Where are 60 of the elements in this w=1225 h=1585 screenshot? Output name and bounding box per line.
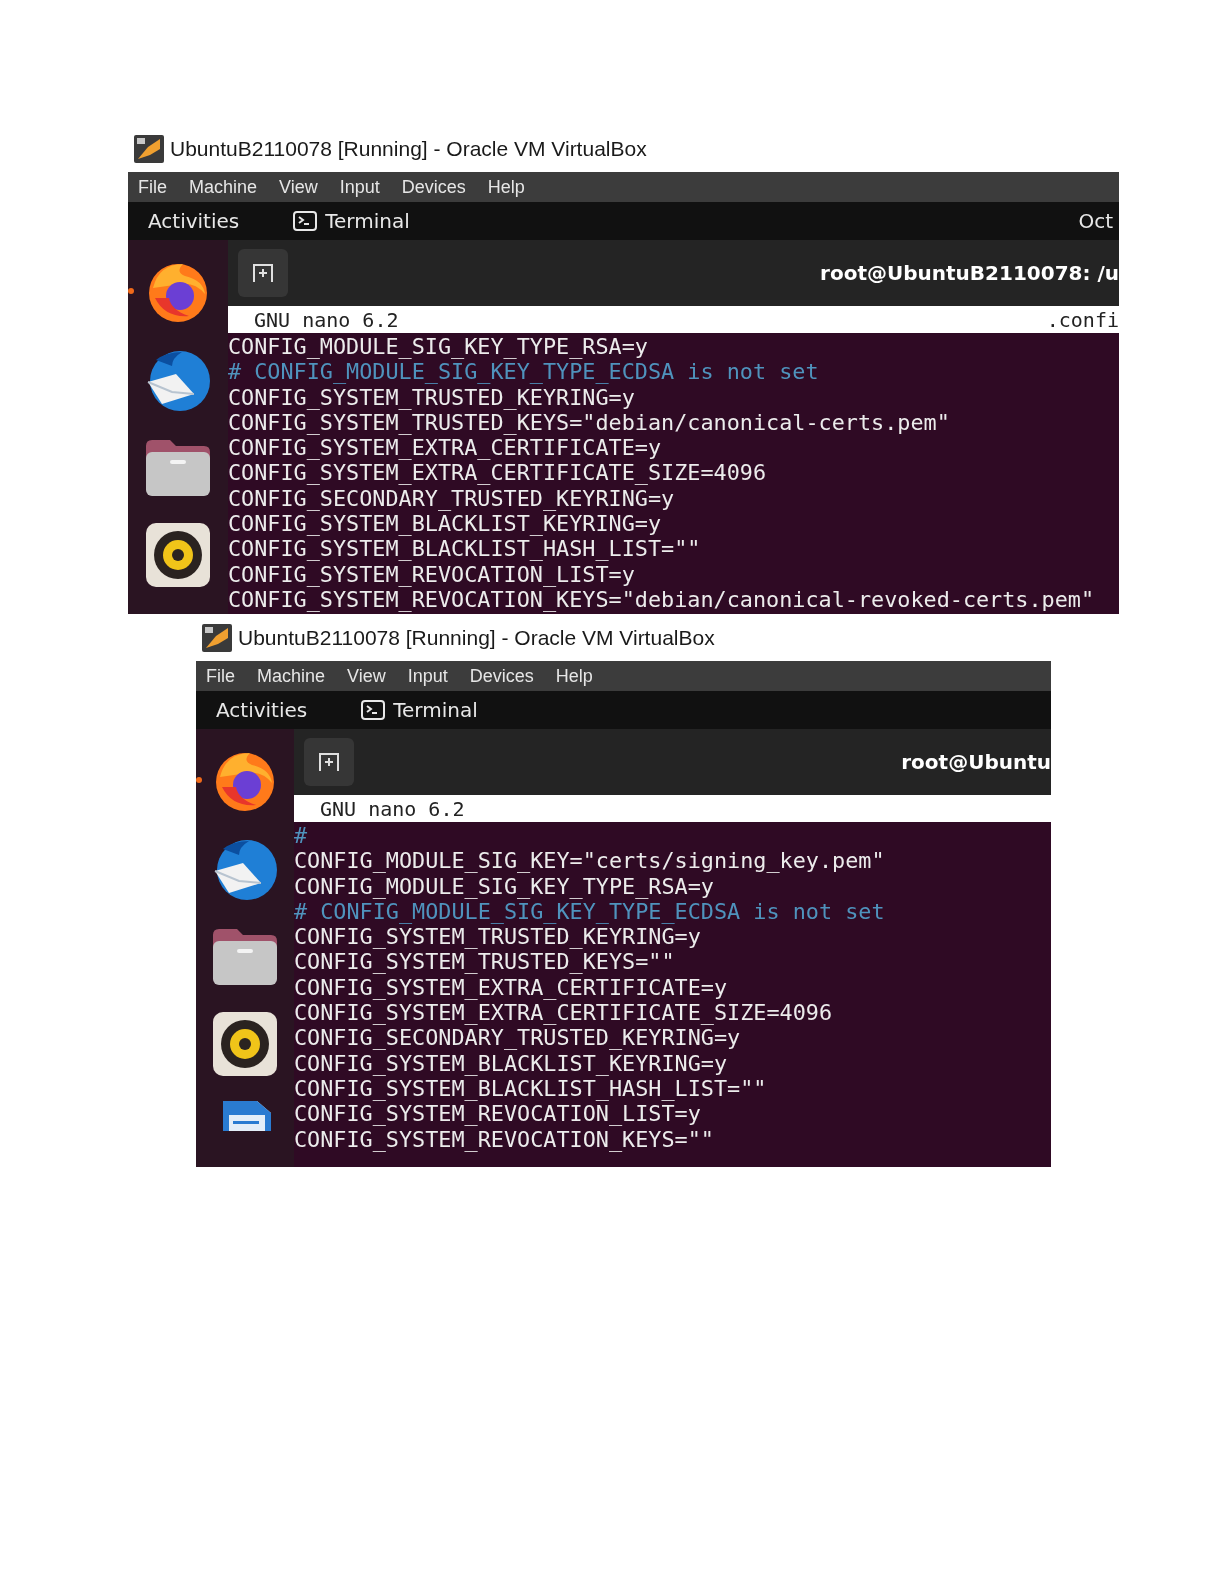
comment-line: #: [294, 823, 309, 849]
menu-item[interactable]: View: [347, 662, 386, 690]
folder-icon[interactable]: [144, 438, 212, 498]
speaker-icon[interactable]: [145, 522, 211, 588]
new-tab-button[interactable]: [304, 738, 354, 786]
menu-item[interactable]: Help: [487, 173, 525, 201]
menu-item[interactable]: File: [138, 173, 167, 201]
config-line: CONFIG_SYSTEM_TRUSTED_KEYS="debian/canonical-certs.pem": [228, 409, 951, 436]
folder-icon[interactable]: [211, 927, 279, 987]
editor-version: GNU nano 6.2: [320, 795, 465, 823]
speaker-icon[interactable]: [212, 1011, 278, 1077]
menu-item[interactable]: Help: [555, 662, 593, 690]
terminal-icon: [361, 700, 386, 720]
config-line: CONFIG_SYSTEM_BLACKLIST_HASH_LIST="": [294, 1075, 768, 1102]
menu-item[interactable]: File: [206, 662, 235, 690]
config-line: CONFIG_SYSTEM_EXTRA_CERTIFICATE=y: [228, 435, 663, 461]
activities-button[interactable]: Activities: [216, 695, 308, 725]
terminal-title: root@UbuntuB2110078: /u: [820, 260, 1119, 287]
config-line: CONFIG_SYSTEM_TRUSTED_KEYRING=y: [228, 384, 636, 410]
menu-item[interactable]: Devices: [401, 173, 466, 201]
config-line: CONFIG_SYSTEM_EXTRA_CERTIFICATE_SIZE=4096: [294, 1000, 834, 1026]
window-title: UbuntuB2110078 [Running] - Oracle VM VirtualBox: [170, 136, 647, 163]
file-name: .confi: [1046, 306, 1119, 334]
config-line: CONFIG_SYSTEM_BLACKLIST_HASH_LIST="": [228, 536, 702, 562]
config-line: CONFIG_MODULE_SIG_KEY_TYPE_RSA=y: [294, 873, 715, 899]
terminal-icon: [293, 211, 318, 231]
menu-item[interactable]: View: [279, 173, 318, 201]
menu-item[interactable]: Input: [339, 173, 380, 201]
app-logo-icon: [202, 624, 232, 652]
clock: Oct: [1078, 208, 1113, 235]
config-line: CONFIG_SECONDARY_TRUSTED_KEYRING=y: [228, 485, 676, 512]
app-menu[interactable]: Terminal: [293, 206, 410, 236]
config-line: CONFIG_MODULE_SIG_KEY="certs/signing_key.pem": [294, 848, 886, 874]
config-line: CONFIG_SYSTEM_REVOCATION_KEYS="": [294, 1126, 715, 1152]
config-line: CONFIG_SYSTEM_TRUSTED_KEYRING=y: [294, 924, 702, 950]
menu-item[interactable]: Devices: [469, 662, 534, 690]
app-menu[interactable]: Terminal: [361, 695, 478, 725]
menu-item[interactable]: Machine: [257, 662, 326, 690]
activities-button[interactable]: Activities: [148, 206, 240, 236]
editor-version: GNU nano 6.2: [254, 306, 399, 334]
config-line: CONFIG_SYSTEM_REVOCATION_LIST=y: [294, 1101, 702, 1127]
menu-item[interactable]: Machine: [189, 173, 258, 201]
terminal-title: root@Ubuntu: [901, 749, 1051, 776]
config-line: CONFIG_SYSTEM_TRUSTED_KEYS="": [294, 949, 676, 975]
menu-item[interactable]: Input: [407, 662, 448, 690]
config-line: CONFIG_SYSTEM_BLACKLIST_KEYRING=y: [228, 511, 663, 537]
config-line: CONFIG_SYSTEM_BLACKLIST_KEYRING=y: [294, 1050, 729, 1076]
config-line: CONFIG_SYSTEM_EXTRA_CERTIFICATE=y: [294, 974, 729, 1001]
comment-line: # CONFIG_MODULE_SIG_KEY_TYPE_ECDSA is not set: [294, 898, 886, 925]
new-tab-icon: [318, 752, 340, 772]
config-line: CONFIG_SYSTEM_REVOCATION_LIST=y: [228, 561, 636, 587]
config-line: CONFIG_SECONDARY_TRUSTED_KEYRING=y: [294, 1025, 742, 1051]
config-line: CONFIG_SYSTEM_REVOCATION_KEYS="debian/canonical-revoked-certs.pem": [228, 586, 1096, 613]
config-line: CONFIG_SYSTEM_EXTRA_CERTIFICATE_SIZE=4096: [228, 460, 768, 486]
new-tab-button[interactable]: [238, 249, 288, 297]
config-line: CONFIG_MODULE_SIG_KEY_TYPE_RSA=y: [228, 334, 649, 360]
window-title: UbuntuB2110078 [Running] - Oracle VM VirtualBox: [238, 625, 715, 652]
app-logo-icon: [134, 135, 164, 163]
new-tab-icon: [252, 263, 274, 283]
comment-line: # CONFIG_MODULE_SIG_KEY_TYPE_ECDSA is not set: [228, 359, 820, 385]
